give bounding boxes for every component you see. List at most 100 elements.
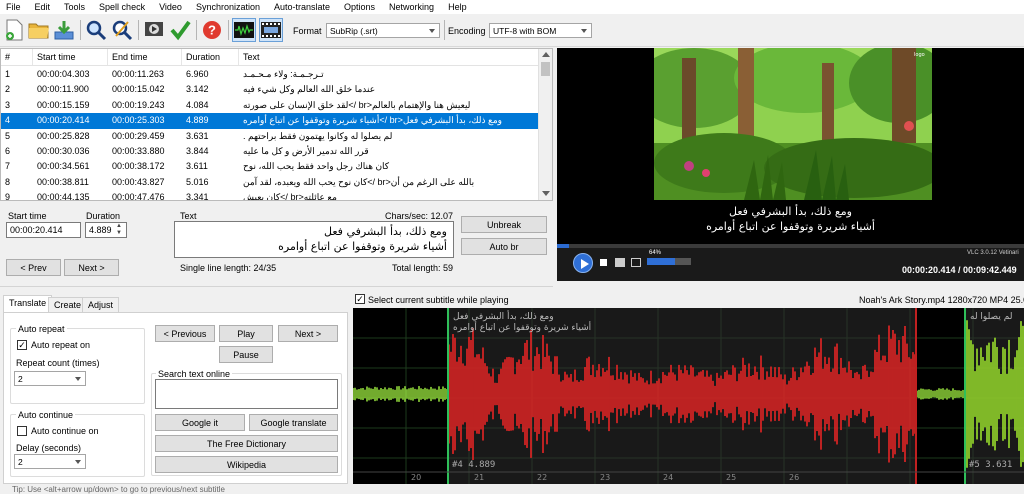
cell-n: 3 — [5, 99, 11, 110]
table-row[interactable]: 2 00:00:11.900 00:00:15.042 3.142 عندما خلق … — [1, 82, 539, 97]
toolbar: ? Format SubRip (.srt) Encoding UTF-8 wi… — [0, 14, 1024, 47]
play-button[interactable]: Play — [219, 325, 273, 342]
cell-end: 00:00:15.042 — [112, 84, 165, 95]
repeat-count-select[interactable]: 2 — [14, 371, 86, 386]
cell-text: ليعيش هنا والإهتمام بالعالم<br />لقد خلق… — [243, 99, 471, 110]
table-row[interactable]: 8 00:00:38.811 00:00:43.827 5.016 بالله على … — [1, 175, 539, 190]
auto-repeat-title: Auto repeat — [16, 324, 67, 334]
cell-text: لم يصلوا له وكانوا يهتمون فقط براحتهم . — [243, 130, 393, 141]
search-text-input[interactable] — [155, 379, 338, 409]
grid-header: # Start time End time Duration Text — [1, 49, 539, 66]
auto-continue-on-label: Auto continue on — [31, 426, 99, 436]
cell-n: 2 — [5, 84, 11, 95]
spell-check-icon[interactable] — [168, 18, 192, 42]
start-time-input[interactable]: 00:00:20.414 — [6, 222, 81, 238]
delay-select[interactable]: 2 — [14, 454, 86, 469]
col-number[interactable]: # — [1, 49, 33, 65]
waveform-tick-label: 23 — [600, 473, 611, 482]
table-row[interactable]: 1 00:00:04.303 00:00:11.263 6.960 تـرجـمـة: … — [1, 67, 539, 82]
menu-networking[interactable]: Networking — [382, 0, 441, 14]
tab-translate[interactable]: Translate — [3, 295, 53, 312]
next-subtitle-button[interactable]: Next > — [278, 325, 338, 342]
editor-line2: أشياء شريرة وتوقفوا عن اتباع أوامره — [278, 240, 447, 253]
subtitle-grid[interactable]: # Start time End time Duration Text 1 00:… — [0, 48, 553, 201]
cell-text: عندما خلق الله العالم وكل شيء فيه — [243, 84, 376, 95]
waveform-toggle-icon[interactable] — [232, 18, 256, 42]
stop-icon[interactable] — [600, 259, 607, 266]
table-row[interactable]: 6 00:00:30.036 00:00:33.880 3.844 قرر الله ت… — [1, 144, 539, 159]
cell-n: 5 — [5, 130, 11, 141]
pause-button[interactable]: Pause — [219, 346, 273, 363]
mute-icon[interactable] — [631, 258, 641, 267]
new-file-icon[interactable] — [2, 18, 26, 42]
col-duration[interactable]: Duration — [182, 49, 239, 65]
save-download-icon[interactable] — [52, 18, 76, 42]
format-label: Format — [293, 26, 322, 36]
wikipedia-button[interactable]: Wikipedia — [155, 456, 338, 473]
table-row[interactable]: 7 00:00:34.561 00:00:38.172 3.611 كان هناك ر… — [1, 159, 539, 174]
cell-text: مع عائلته<br />كان يعيش — [243, 192, 337, 201]
open-folder-icon[interactable] — [27, 18, 51, 42]
scroll-down-icon[interactable] — [542, 191, 550, 196]
video-toggle-icon[interactable] — [259, 18, 283, 42]
cell-start: 00:00:15.159 — [37, 99, 90, 110]
table-row[interactable]: 5 00:00:25.828 00:00:29.459 3.631 لم يصلوا ل… — [1, 129, 539, 144]
waveform-sub4-line2: أشياء شريرة وتوقفوا عن اتباع أوامره — [453, 323, 592, 333]
encoding-select[interactable]: UTF-8 with BOM — [489, 23, 592, 38]
video-player[interactable]: logo ومع ذلك، بدأ البشرفي فعل أشياء شرير… — [557, 48, 1024, 281]
auto-continue-checkbox[interactable] — [17, 426, 27, 436]
menu-video[interactable]: Video — [152, 0, 189, 14]
vlc-label: VLC 3.0.12 Vetinari — [967, 250, 1019, 256]
volume-slider[interactable] — [647, 258, 691, 265]
menu-help[interactable]: Help — [441, 0, 474, 14]
select-current-checkbox[interactable]: ✓ — [355, 294, 365, 304]
waveform-panel[interactable]: ومع ذلك، بدأ البشرفي فعل أشياء شريرة وتو… — [353, 308, 1024, 484]
menu-options[interactable]: Options — [337, 0, 382, 14]
next-button[interactable]: Next > — [64, 259, 119, 276]
col-text[interactable]: Text — [239, 49, 539, 65]
table-row[interactable]: 9 00:00:44.135 00:00:47.476 3.341 مع عائلته<… — [1, 190, 539, 201]
cell-dur: 3.142 — [186, 84, 209, 95]
waveform-sub5-line1: لم يصلوا له — [970, 312, 1013, 322]
waveform-tick-label: 20 — [411, 473, 422, 482]
grid-scrollbar[interactable] — [538, 49, 552, 200]
prev-button[interactable]: < Prev — [6, 259, 61, 276]
previous-button[interactable]: < Previous — [155, 325, 215, 342]
menu-edit[interactable]: Edit — [28, 0, 58, 14]
format-select[interactable]: SubRip (.srt) — [326, 23, 440, 38]
menu-spell-check[interactable]: Spell check — [92, 0, 152, 14]
replace-icon[interactable] — [110, 18, 134, 42]
col-start-time[interactable]: Start time — [33, 49, 108, 65]
cell-end: 00:00:33.880 — [112, 146, 165, 156]
fullscreen-icon[interactable] — [615, 258, 625, 267]
translate-panel: Auto repeat ✓ Auto repeat on Repeat coun… — [3, 312, 348, 484]
menu-tools[interactable]: Tools — [57, 0, 92, 14]
auto-br-button[interactable]: Auto br — [461, 238, 547, 255]
tab-adjust[interactable]: Adjust — [82, 297, 120, 312]
table-row[interactable]: 4 00:00:20.414 00:00:25.303 4.889 ومع ذلك، ب… — [1, 113, 539, 129]
cell-end: 00:00:29.459 — [112, 130, 165, 141]
editor-line1: ومع ذلك، بدأ البشرفي فعل — [324, 225, 447, 238]
menu-auto-translate[interactable]: Auto-translate — [267, 0, 337, 14]
google-it-button[interactable]: Google it — [155, 414, 245, 431]
subtitle-text-editor[interactable]: ومع ذلك، بدأ البشرفي فعل أشياء شريرة وتو… — [174, 221, 454, 258]
auto-repeat-checkbox[interactable]: ✓ — [17, 340, 27, 350]
free-dictionary-button[interactable]: The Free Dictionary — [155, 435, 338, 452]
video-seekbar[interactable] — [557, 244, 1024, 248]
play-icon[interactable] — [573, 253, 593, 273]
delay-label: Delay (seconds) — [16, 443, 82, 453]
scroll-up-icon[interactable] — [542, 52, 550, 57]
unbreak-button[interactable]: Unbreak — [461, 216, 547, 233]
scroll-thumb[interactable] — [541, 62, 550, 76]
video-frame: logo — [654, 48, 932, 200]
duration-spinner-icon[interactable]: ▲ ▼ — [116, 223, 126, 237]
menu-synchronization[interactable]: Synchronization — [189, 0, 267, 14]
find-icon[interactable] — [84, 18, 108, 42]
table-row[interactable]: 3 00:00:15.159 00:00:19.243 4.084 ليعيش هنا … — [1, 98, 539, 113]
google-translate-button[interactable]: Google translate — [249, 414, 338, 431]
video-controls: 64% VLC 3.0.12 Vetinari 00:00:20.414 / 0… — [557, 244, 1024, 281]
col-end-time[interactable]: End time — [108, 49, 182, 65]
help-icon[interactable]: ? — [200, 18, 224, 42]
visual-sync-icon[interactable] — [142, 18, 166, 42]
menu-file[interactable]: File — [0, 0, 28, 14]
